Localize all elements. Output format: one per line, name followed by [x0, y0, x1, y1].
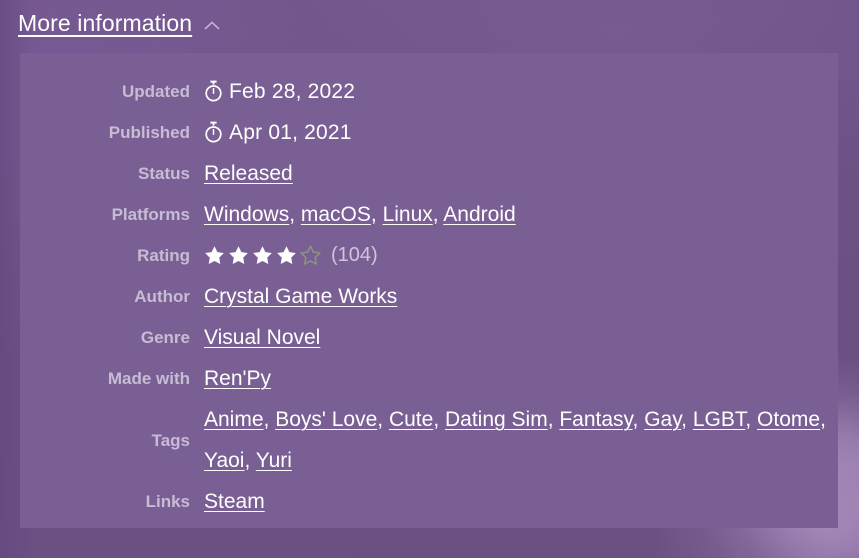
info-row-label: Status — [138, 164, 190, 183]
value-link[interactable]: Cute — [389, 408, 433, 431]
info-row: Status Released — [20, 153, 838, 194]
value-link[interactable]: Steam — [204, 490, 265, 513]
info-row: Author Crystal Game Works — [20, 276, 838, 317]
value-separator: , — [745, 408, 758, 431]
info-row-value: Steam — [204, 481, 838, 522]
rating-count: (104) — [331, 244, 378, 266]
star-filled-icon — [228, 245, 249, 266]
info-row-value: Crystal Game Works — [204, 276, 838, 317]
value-link[interactable]: Gay — [644, 408, 681, 431]
info-row: Rating (104) — [20, 235, 838, 276]
value-separator: , — [433, 408, 445, 431]
value-separator: , — [632, 408, 645, 431]
value-link[interactable]: Windows — [204, 203, 289, 226]
star-rating — [204, 245, 321, 266]
value-link[interactable]: Ren'Py — [204, 367, 271, 390]
more-information-panel: Updated Feb 28, 2022 Published Apr 01, 2021… — [20, 53, 838, 528]
more-information-label: More information — [18, 10, 193, 36]
info-row-value: Anime, Boys' Love, Cute, Dating Sim, Fan… — [204, 399, 838, 481]
info-row-label: Made with — [107, 369, 190, 388]
value-link[interactable]: Dating Sim — [445, 408, 548, 431]
info-row-value: Ren'Py — [204, 358, 838, 399]
star-filled-icon — [252, 245, 273, 266]
info-row-label: Tags — [151, 430, 190, 450]
info-row-label: Genre — [140, 328, 190, 347]
info-row-value: Released — [204, 153, 838, 194]
value-link[interactable]: Boys' Love — [275, 408, 377, 431]
value-link[interactable]: LGBT — [693, 408, 746, 431]
info-row: Links Steam — [20, 481, 838, 522]
stopwatch-icon — [204, 80, 223, 102]
info-row-label: Rating — [137, 246, 190, 265]
info-row: Published Apr 01, 2021 — [20, 112, 838, 153]
value-separator: , — [681, 408, 693, 431]
info-row-label: Published — [108, 123, 190, 142]
value-link[interactable]: Yaoi — [204, 449, 244, 472]
value-link[interactable]: Released — [204, 162, 293, 185]
star-empty-icon — [300, 245, 321, 266]
value-link[interactable]: Linux — [383, 203, 433, 226]
value-link[interactable]: Fantasy — [559, 408, 632, 431]
info-row-label: Author — [134, 287, 190, 306]
value-separator: , — [370, 203, 383, 226]
value-separator: , — [432, 203, 444, 226]
info-row: Platforms Windows, macOS, Linux, Android — [20, 194, 838, 235]
value-separator: , — [289, 203, 301, 226]
info-row: Tags Anime, Boys' Love, Cute, Dating Sim,… — [20, 399, 838, 481]
info-row: Genre Visual Novel — [20, 317, 838, 358]
info-row-value: Feb 28, 2022 — [204, 71, 838, 112]
more-information-toggle[interactable]: More information — [18, 8, 223, 39]
info-row-label: Updated — [122, 82, 190, 101]
value-separator: , — [820, 408, 826, 431]
value-link[interactable]: Otome — [757, 408, 820, 431]
value-link[interactable]: macOS — [301, 203, 371, 226]
value-separator: , — [244, 449, 256, 472]
value-link[interactable]: Crystal Game Works — [204, 285, 397, 308]
star-filled-icon — [276, 245, 297, 266]
value-link[interactable]: Visual Novel — [204, 326, 320, 349]
date-text: Apr 01, 2021 — [229, 121, 352, 144]
value-link[interactable]: Android — [443, 203, 515, 226]
value-separator: , — [377, 408, 389, 431]
info-row-label: Links — [145, 492, 190, 511]
value-link[interactable]: Yuri — [256, 449, 292, 472]
info-row-value: Apr 01, 2021 — [204, 112, 838, 153]
info-row-value: (104) — [204, 235, 838, 276]
rating-display: (104) — [204, 235, 838, 276]
information-table: Updated Feb 28, 2022 Published Apr 01, 2021… — [20, 71, 838, 522]
star-filled-icon — [204, 245, 225, 266]
value-separator: , — [547, 408, 560, 431]
info-row: Made with Ren'Py — [20, 358, 838, 399]
stopwatch-icon — [204, 121, 223, 143]
date-text: Feb 28, 2022 — [229, 80, 356, 103]
info-row-label: Platforms — [111, 205, 190, 224]
info-row-value: Visual Novel — [204, 317, 838, 358]
info-row-value: Windows, macOS, Linux, Android — [204, 194, 838, 235]
value-separator: , — [263, 408, 276, 431]
value-link[interactable]: Anime — [204, 408, 264, 431]
chevron-up-icon[interactable] — [201, 15, 223, 37]
info-row: Updated Feb 28, 2022 — [20, 71, 838, 112]
